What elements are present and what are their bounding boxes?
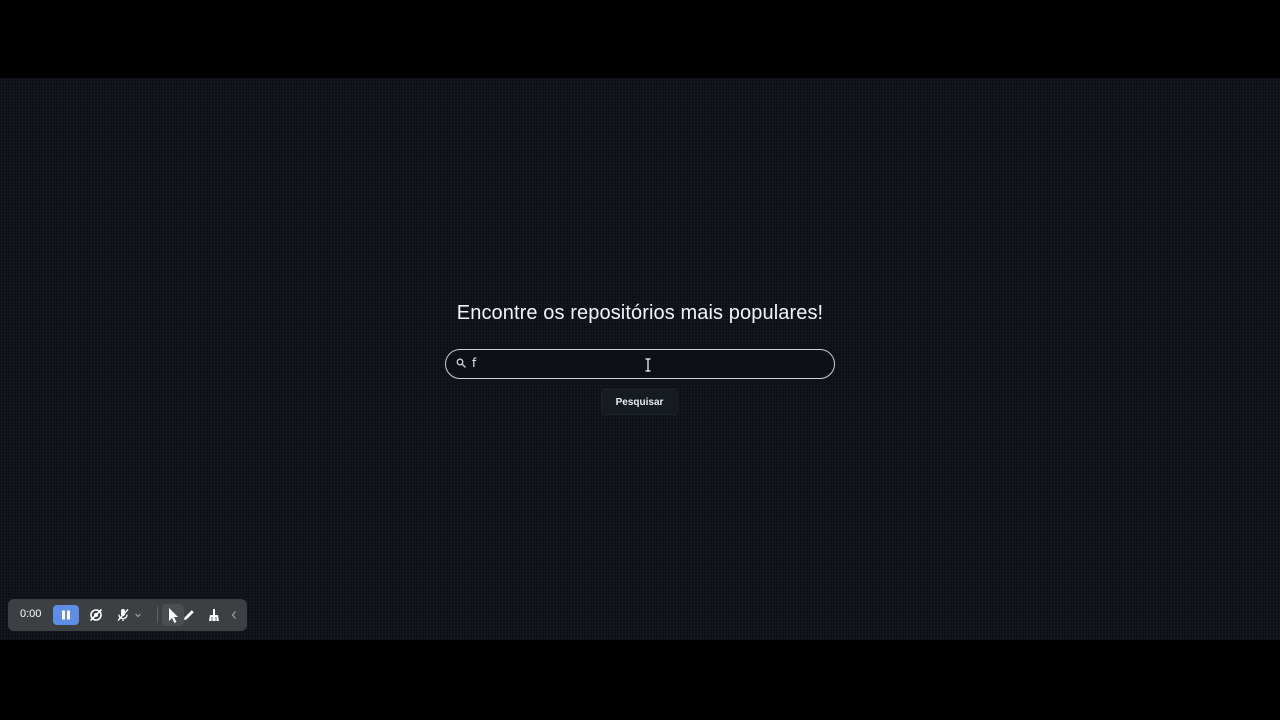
text-cursor-icon: [645, 358, 651, 372]
collapse-toolbar-button[interactable]: [228, 605, 240, 625]
search-button[interactable]: Pesquisar: [601, 389, 678, 415]
search-icon: [456, 358, 466, 368]
search-input[interactable]: f: [445, 349, 835, 379]
broom-icon: [209, 609, 219, 621]
camera-toggle-button[interactable]: [86, 605, 106, 625]
pen-tool-button[interactable]: [179, 605, 199, 625]
mic-off-icon: [117, 609, 129, 621]
pen-icon: [184, 610, 194, 620]
pause-button[interactable]: [53, 605, 79, 625]
toolbar-divider: [157, 607, 158, 623]
recording-time: 0:00: [20, 608, 42, 620]
letterbox-top: [0, 0, 1280, 78]
chevron-down-icon: [135, 613, 141, 618]
pause-icon: [62, 610, 70, 620]
page-title: Encontre os repositórios mais populares!: [456, 302, 824, 324]
chevron-left-icon: [231, 611, 236, 619]
eraser-tool-button[interactable]: [204, 605, 224, 625]
mic-options-button[interactable]: [132, 605, 144, 625]
camera-off-icon: [89, 608, 103, 622]
recorder-toolbar: 0:00: [8, 599, 247, 631]
search-page: Encontre os repositórios mais populares!…: [0, 78, 1280, 640]
search-input-value[interactable]: f: [472, 356, 476, 370]
letterbox-bottom: [0, 640, 1280, 720]
mic-toggle-button[interactable]: [113, 605, 133, 625]
